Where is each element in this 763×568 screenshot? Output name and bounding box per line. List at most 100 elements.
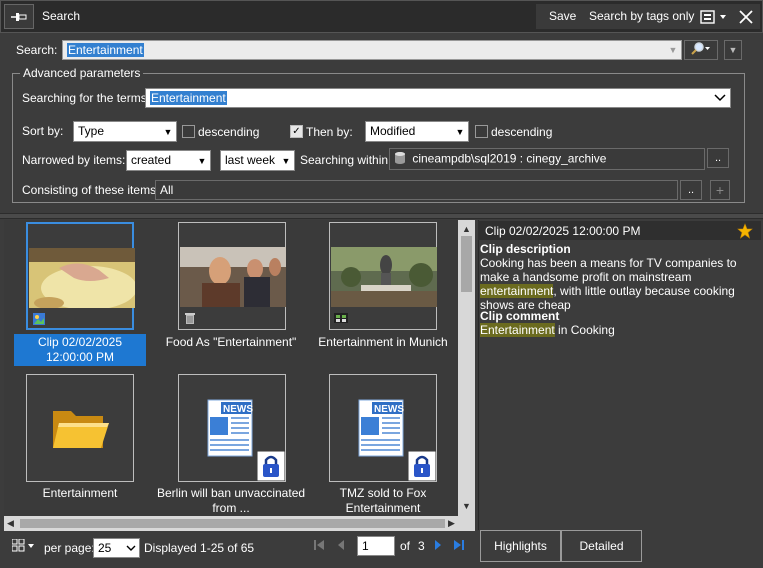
comment-title: Clip comment bbox=[480, 309, 560, 323]
then-by-label: Then by: bbox=[306, 125, 353, 139]
search-value: Entertainment bbox=[67, 43, 144, 57]
sort-by-select[interactable]: Type ▼ bbox=[73, 121, 177, 142]
svg-text:NEWS: NEWS bbox=[223, 404, 253, 415]
result-tile[interactable] bbox=[26, 222, 135, 330]
result-caption[interactable]: Berlin will ban unvaccinated from ... bbox=[155, 486, 307, 516]
description-text-pre: Cooking has been a means for TV companie… bbox=[480, 256, 737, 284]
save-button[interactable]: Save bbox=[543, 6, 582, 27]
news-icon: NEWS bbox=[207, 399, 253, 460]
narrowed-label: Narrowed by items: bbox=[22, 153, 126, 167]
descending2-checkbox[interactable] bbox=[475, 125, 488, 138]
descending1-label: descending bbox=[198, 125, 260, 139]
window-title: Search bbox=[42, 9, 81, 23]
description-title: Clip description bbox=[480, 242, 571, 256]
scroll-down-icon[interactable]: ▼ bbox=[462, 501, 471, 511]
star-icon[interactable] bbox=[737, 223, 753, 242]
clip-thumbnail bbox=[331, 247, 437, 307]
scroll-left-icon[interactable]: ◀ bbox=[7, 518, 14, 529]
magnifier-icon bbox=[690, 41, 712, 59]
last-page-icon[interactable] bbox=[452, 538, 466, 555]
result-tile[interactable] bbox=[178, 222, 286, 330]
result-tile[interactable]: NEWS bbox=[178, 374, 286, 482]
next-page-icon[interactable] bbox=[431, 538, 445, 555]
result-caption[interactable]: Clip 02/02/2025 12:00:00 PM bbox=[14, 334, 146, 366]
search-by-tags-button[interactable]: Search by tags only bbox=[583, 6, 700, 27]
previous-page-icon[interactable] bbox=[334, 538, 348, 555]
trash-icon bbox=[183, 311, 197, 325]
filmstrip-icon bbox=[334, 311, 348, 325]
consisting-browse-button[interactable]: .. bbox=[680, 180, 702, 200]
chevron-down-icon: ▼ bbox=[728, 45, 738, 55]
close-icon[interactable] bbox=[738, 9, 754, 25]
options-icon[interactable] bbox=[700, 9, 730, 25]
page-value: 1 bbox=[362, 539, 369, 553]
within-label: Searching within: bbox=[300, 153, 392, 167]
scroll-thumb[interactable] bbox=[461, 236, 472, 292]
descending2-label: descending bbox=[491, 125, 553, 139]
view-mode-icon[interactable] bbox=[11, 538, 36, 556]
terms-label: Searching for the terms: bbox=[22, 91, 151, 105]
then-by-select[interactable]: Modified ▼ bbox=[365, 121, 469, 142]
result-caption[interactable]: Entertainment in Munich bbox=[307, 335, 459, 350]
first-page-icon[interactable] bbox=[312, 538, 326, 555]
within-value: cineampdb\sql2019 : cinegy_archive bbox=[412, 151, 607, 166]
chevron-down-icon: ▼ bbox=[197, 155, 207, 166]
narrowed-value-1: created bbox=[131, 153, 172, 167]
search-label: Search: bbox=[16, 43, 58, 57]
description-highlight: entertainment bbox=[480, 284, 554, 298]
clip-thumbnail bbox=[29, 248, 135, 308]
scroll-up-icon[interactable]: ▲ bbox=[462, 224, 471, 234]
folder-icon bbox=[51, 403, 111, 456]
displayed-count: Displayed 1-25 of 65 bbox=[144, 541, 255, 555]
scroll-right-icon[interactable]: ▶ bbox=[448, 518, 455, 529]
page-input[interactable]: 1 bbox=[357, 536, 395, 556]
chevron-down-icon: ▼ bbox=[455, 126, 465, 137]
per-page-value: 25 bbox=[98, 541, 112, 555]
then-by-checkbox[interactable]: ✓ bbox=[290, 125, 303, 138]
details-title: Clip 02/02/2025 12:00:00 PM bbox=[485, 224, 641, 238]
per-page-select[interactable]: 25 bbox=[93, 538, 140, 558]
comment-highlight: Entertainment bbox=[480, 323, 555, 337]
within-field: cineampdb\sql2019 : cinegy_archive bbox=[389, 148, 705, 170]
consisting-label: Consisting of these items: bbox=[22, 183, 160, 197]
tab-highlights[interactable]: Highlights bbox=[480, 530, 561, 562]
per-page-label: per page: bbox=[44, 541, 95, 555]
lock-icon bbox=[256, 450, 286, 484]
sort-by-value: Type bbox=[78, 124, 105, 138]
lock-icon bbox=[407, 450, 437, 484]
chevron-down-icon: ▼ bbox=[281, 155, 291, 166]
terms-input[interactable]: Entertainment bbox=[145, 88, 731, 108]
chevron-down-icon: ▼ bbox=[163, 126, 173, 137]
pin-icon[interactable] bbox=[4, 4, 34, 29]
result-tile[interactable]: NEWS bbox=[329, 374, 437, 482]
within-browse-button[interactable]: .. bbox=[707, 148, 729, 168]
news-icon: NEWS bbox=[358, 399, 404, 460]
result-caption[interactable]: Entertainment bbox=[4, 486, 156, 501]
of-label: of bbox=[400, 539, 411, 553]
search-button[interactable] bbox=[684, 40, 718, 60]
image-clip-icon bbox=[32, 312, 46, 326]
comment-text: Entertainment in Cooking bbox=[480, 323, 615, 337]
tab-detailed[interactable]: Detailed bbox=[561, 530, 642, 562]
vertical-scrollbar[interactable]: ▲ ▼ bbox=[458, 220, 475, 516]
result-caption[interactable]: Food As "Entertainment" bbox=[155, 335, 307, 350]
hscroll-thumb[interactable] bbox=[20, 519, 445, 528]
result-caption[interactable]: TMZ sold to Fox Entertainment bbox=[307, 486, 459, 516]
chevron-down-icon[interactable]: ▼ bbox=[665, 41, 681, 59]
result-tile[interactable] bbox=[26, 374, 134, 482]
description-text: Cooking has been a means for TV companie… bbox=[480, 256, 752, 312]
then-by-value: Modified bbox=[370, 124, 416, 138]
splitter[interactable] bbox=[0, 213, 763, 219]
add-button[interactable]: + bbox=[710, 180, 730, 200]
result-tile[interactable] bbox=[329, 222, 437, 330]
narrowed-select-2[interactable]: last week ▼ bbox=[220, 150, 295, 171]
total-pages: 3 bbox=[418, 539, 425, 553]
horizontal-scrollbar[interactable]: ◀ ▶ bbox=[4, 516, 475, 531]
search-input[interactable]: Entertainment ▼ bbox=[62, 40, 682, 60]
narrowed-select-1[interactable]: created ▼ bbox=[126, 150, 211, 171]
chevron-down-icon[interactable] bbox=[710, 89, 730, 107]
comment-text-post: in Cooking bbox=[554, 323, 615, 337]
expand-button[interactable]: ▼ bbox=[724, 40, 742, 60]
svg-text:NEWS: NEWS bbox=[374, 404, 404, 415]
descending1-checkbox[interactable] bbox=[182, 125, 195, 138]
